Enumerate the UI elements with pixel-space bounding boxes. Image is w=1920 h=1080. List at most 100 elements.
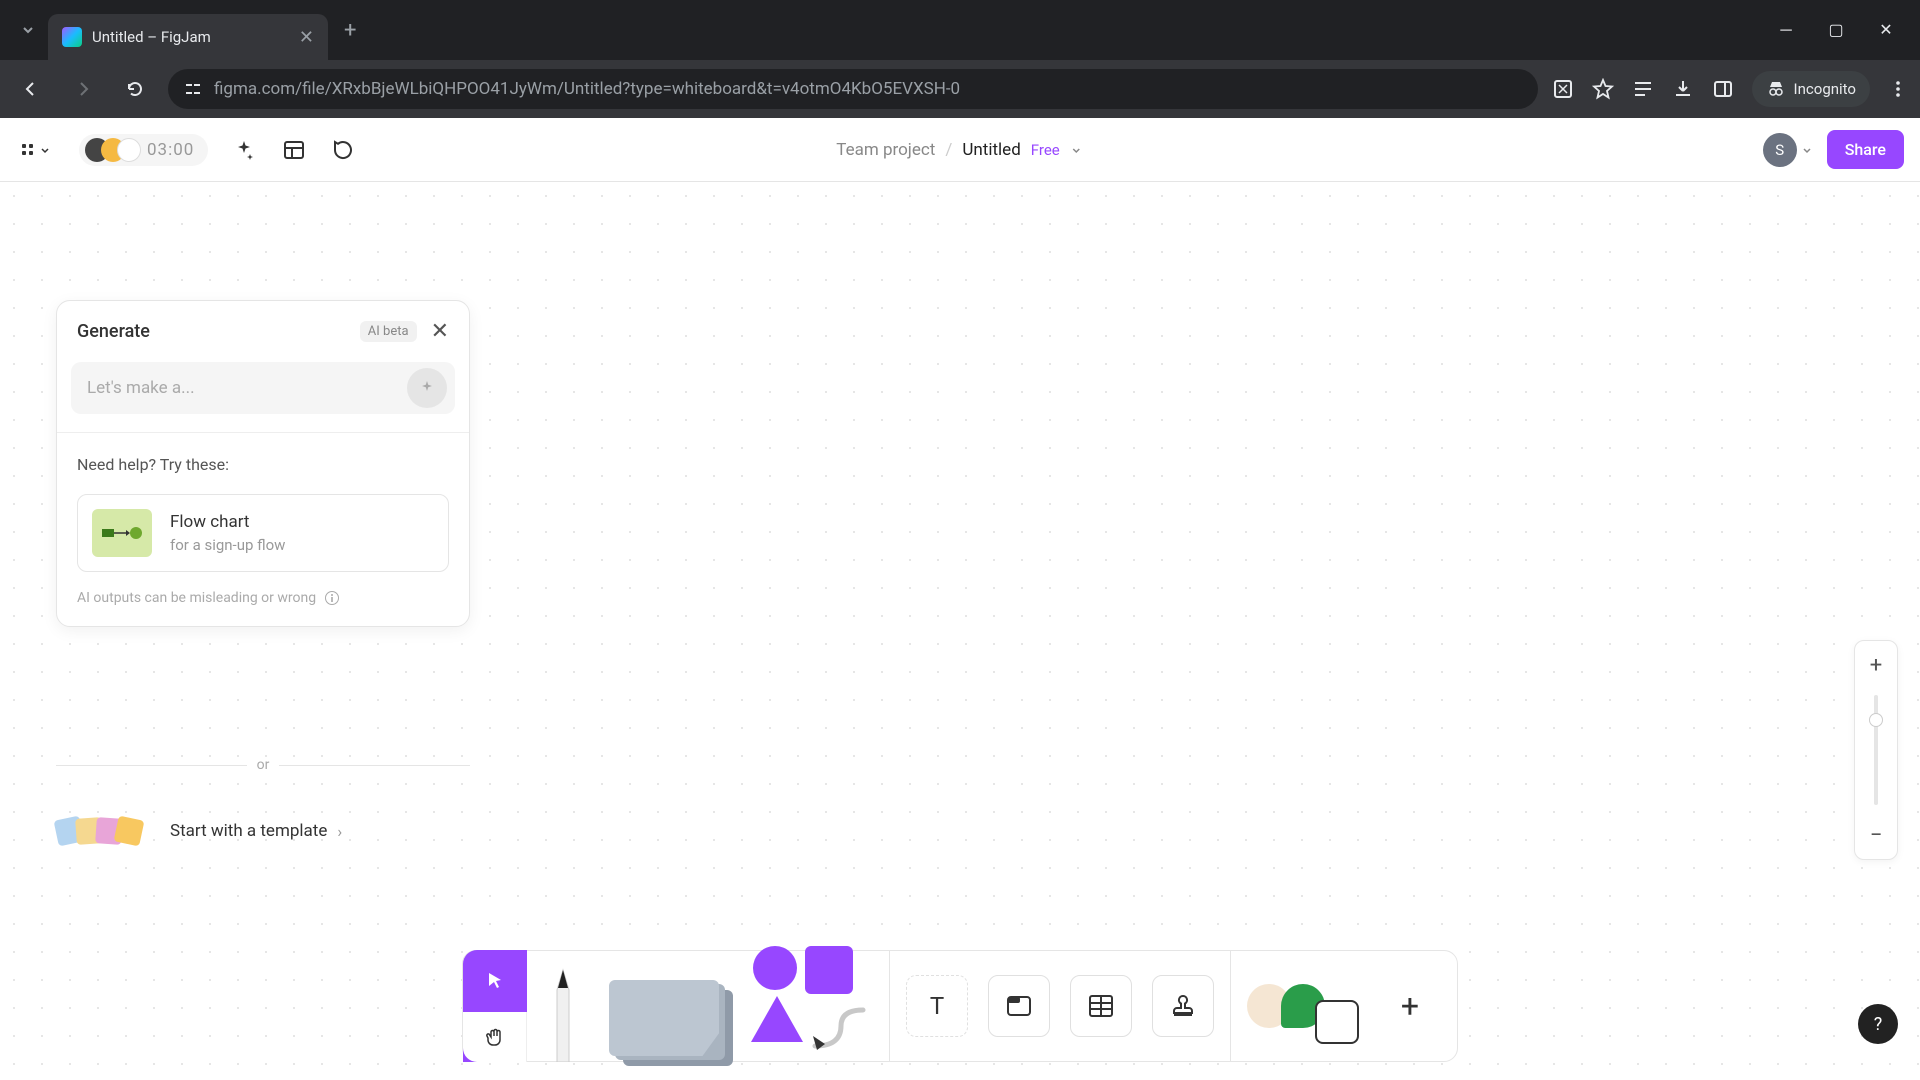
browser-tab[interactable]: Untitled – FigJam ✕ <box>48 14 328 60</box>
browser-tab-strip: Untitled – FigJam ✕ + ─ ▢ ✕ <box>0 0 1920 60</box>
table-icon <box>1086 991 1116 1021</box>
hand-icon <box>484 1026 506 1048</box>
reading-list-icon[interactable] <box>1632 78 1654 100</box>
generate-input-wrap <box>71 362 455 414</box>
side-panel-icon[interactable] <box>1712 78 1734 100</box>
ai-beta-badge: AI beta <box>360 321 417 342</box>
marker-tool[interactable] <box>527 950 599 1062</box>
stickers-tool[interactable] <box>1247 984 1359 1028</box>
stamp-tool[interactable] <box>1152 975 1214 1037</box>
select-tool-group <box>463 950 527 1062</box>
file-name[interactable]: Untitled <box>962 140 1020 160</box>
triangle-shape-icon <box>751 996 803 1042</box>
start-with-template-button[interactable]: Start with a template › <box>62 818 342 844</box>
help-button[interactable]: ? <box>1858 1004 1898 1044</box>
file-menu-caret[interactable] <box>1070 143 1084 157</box>
text-tool[interactable]: T <box>906 975 968 1037</box>
timer-avatars <box>85 138 141 162</box>
flow-chart-icon <box>92 509 152 557</box>
sticky-note-tool[interactable] <box>599 950 749 1062</box>
browser-menu-icon[interactable] <box>1888 79 1908 99</box>
url-input[interactable]: figma.com/file/XRxbBjeWLbiQHPOO41JyWm/Un… <box>168 69 1538 109</box>
shapes-tool[interactable] <box>749 950 889 1062</box>
section-icon <box>1004 991 1034 1021</box>
share-button[interactable]: Share <box>1827 130 1904 169</box>
suggestion-title: Flow chart <box>170 512 285 532</box>
zoom-out-button[interactable]: − <box>1854 811 1898 859</box>
browser-address-bar: figma.com/file/XRxbBjeWLbiQHPOO41JyWm/Un… <box>0 60 1920 118</box>
bottom-toolbar: T + <box>462 950 1458 1062</box>
new-tab-button[interactable]: + <box>328 18 372 43</box>
ai-sparkle-button[interactable] <box>230 136 258 164</box>
sparkle-icon <box>417 378 437 398</box>
breadcrumb: Team project / Untitled Free <box>836 140 1083 160</box>
figma-favicon-icon <box>62 27 82 47</box>
stamp-icon <box>1168 991 1198 1021</box>
user-menu[interactable]: S <box>1763 133 1813 167</box>
tab-search-dropdown[interactable] <box>8 10 48 50</box>
template-thumbnails-icon <box>62 818 142 844</box>
window-controls: ─ ▢ ✕ <box>1774 20 1912 40</box>
cursor-icon <box>484 970 506 992</box>
team-name[interactable]: Team project <box>836 140 935 160</box>
generate-title: Generate <box>77 321 360 342</box>
chevron-down-icon <box>1801 144 1813 156</box>
or-divider: or <box>56 757 470 773</box>
generate-submit-button[interactable] <box>407 368 447 408</box>
more-tools-button[interactable]: + <box>1379 975 1441 1037</box>
figjam-header: 03:00 Team project / Untitled Free S Sha… <box>0 118 1920 182</box>
marker-icon <box>543 962 583 1062</box>
install-app-icon[interactable] <box>1552 78 1574 100</box>
close-window-button[interactable]: ✕ <box>1874 20 1898 40</box>
maximize-button[interactable]: ▢ <box>1824 20 1848 40</box>
info-icon[interactable] <box>324 590 340 606</box>
select-tool[interactable] <box>463 950 527 1012</box>
incognito-badge[interactable]: Incognito <box>1752 71 1870 107</box>
forward-button[interactable] <box>64 70 102 108</box>
text-icon: T <box>923 992 951 1020</box>
suggestion-flow-chart[interactable]: Flow chart for a sign-up flow <box>77 494 449 572</box>
hand-tool[interactable] <box>463 1012 527 1062</box>
waffle-icon <box>22 144 33 155</box>
comments-button[interactable] <box>330 136 358 164</box>
minimize-button[interactable]: ─ <box>1774 20 1798 40</box>
table-tool[interactable] <box>1070 975 1132 1037</box>
bookmark-icon[interactable] <box>1592 78 1614 100</box>
close-generate-button[interactable]: ✕ <box>431 319 449 344</box>
reload-button[interactable] <box>116 70 154 108</box>
camera-sticker-icon <box>1315 1000 1359 1044</box>
generate-panel: Generate AI beta ✕ Need help? Try these:… <box>56 300 470 627</box>
svg-text:T: T <box>930 992 944 1020</box>
url-text: figma.com/file/XRxbBjeWLbiQHPOO41JyWm/Un… <box>214 79 960 99</box>
site-settings-icon[interactable] <box>184 80 202 98</box>
tab-title: Untitled – FigJam <box>92 28 289 46</box>
help-label: Need help? Try these: <box>77 455 449 474</box>
templates-button[interactable] <box>280 136 308 164</box>
tab-close-icon[interactable]: ✕ <box>299 27 314 48</box>
connector-icon <box>811 1006 871 1050</box>
ai-disclaimer: AI outputs can be misleading or wrong <box>57 590 469 626</box>
plan-badge[interactable]: Free <box>1031 141 1060 159</box>
canvas[interactable]: Generate AI beta ✕ Need help? Try these:… <box>0 182 1920 1080</box>
zoom-in-button[interactable]: + <box>1854 641 1898 689</box>
incognito-label: Incognito <box>1794 80 1856 98</box>
timer-value: 03:00 <box>147 140 194 160</box>
square-shape-icon <box>805 946 853 994</box>
incognito-icon <box>1766 79 1786 99</box>
main-menu-button[interactable] <box>16 138 57 162</box>
chevron-down-icon <box>39 144 51 156</box>
suggestion-subtitle: for a sign-up flow <box>170 536 285 554</box>
zoom-control: + − <box>1854 640 1898 860</box>
circle-shape-icon <box>753 946 797 990</box>
avatar: S <box>1763 133 1797 167</box>
generate-input[interactable] <box>87 368 407 408</box>
zoom-slider[interactable] <box>1874 695 1878 805</box>
zoom-handle[interactable] <box>1869 713 1883 727</box>
template-label: Start with a template <box>170 821 327 841</box>
breadcrumb-separator: / <box>945 140 952 160</box>
timer-widget[interactable]: 03:00 <box>79 134 208 166</box>
back-button[interactable] <box>12 70 50 108</box>
chevron-right-icon: › <box>337 822 342 841</box>
downloads-icon[interactable] <box>1672 78 1694 100</box>
section-tool[interactable] <box>988 975 1050 1037</box>
